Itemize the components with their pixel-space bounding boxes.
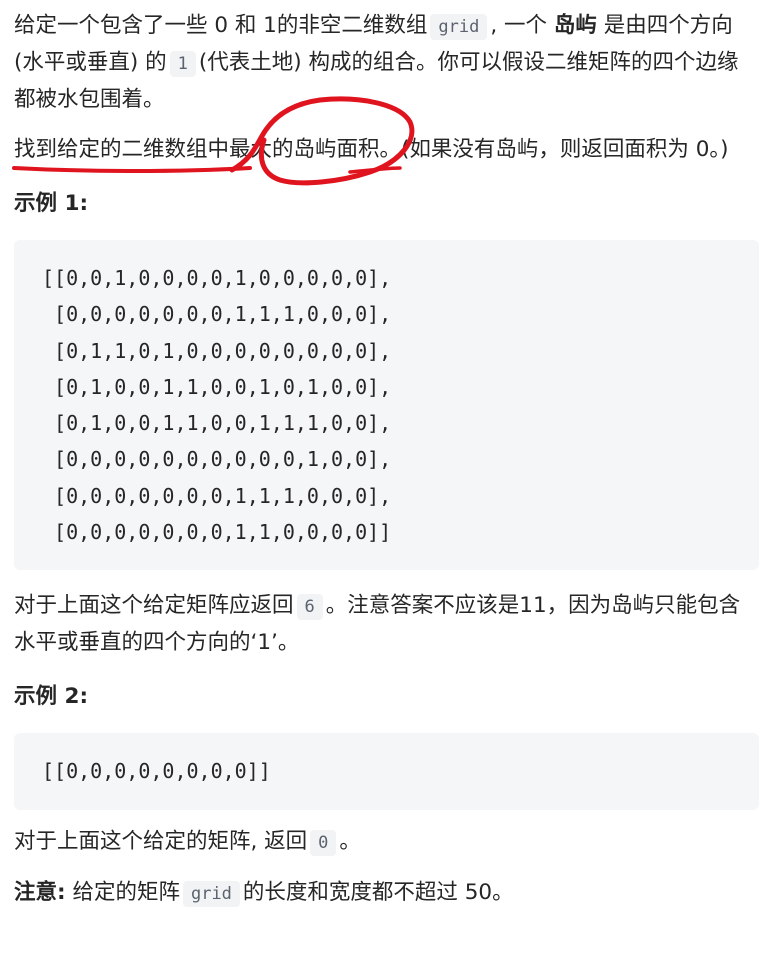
- note-label: 注意:: [14, 879, 66, 905]
- intro-paragraph: 给定一个包含了一些 0 和 1的非空二维数组 grid, 一个 岛屿 是由四个方向…: [14, 8, 759, 118]
- grid-row: [0,0,0,0,0,0,0,1,1,0,0,0,0]]: [42, 520, 392, 545]
- inline-code-grid: grid: [430, 14, 488, 40]
- grid-row: [[0,0,1,0,0,0,0,1,0,0,0,0,0],: [42, 266, 392, 290]
- intro-text-1: 给定一个包含了一些 0 和 1的非空二维数组: [14, 13, 428, 38]
- example-2-explain-text-1: 对于上面这个给定的矩阵, 返回: [14, 828, 308, 854]
- island-term: 岛屿: [553, 13, 597, 38]
- inline-code-grid-note: grid: [182, 880, 240, 907]
- grid-row: [0,0,0,0,0,0,0,1,1,1,0,0,0],: [42, 483, 392, 508]
- example-1-explanation: 对于上面这个给定矩阵应返回 6 。注意答案不应该是11，因为岛屿只能包含水平或垂直的…: [14, 588, 759, 661]
- example-2-explanation: 对于上面这个给定的矩阵, 返回 0。: [14, 824, 759, 861]
- grid-row: [0,0,0,0,0,0,0,0,0,0,1,0,0],: [42, 447, 392, 472]
- example-1-explain-text-1: 对于上面这个给定矩阵应返回: [14, 593, 294, 619]
- example-2-explain-text-2: 。: [339, 828, 361, 854]
- example-2-code-block: [[0,0,0,0,0,0,0,0]]: [14, 733, 759, 810]
- problem-description: 给定一个包含了一些 0 和 1的非空二维数组 grid, 一个 岛屿 是由四个方向…: [0, 0, 773, 966]
- example-2-heading: 示例 2:: [14, 684, 89, 710]
- note-paragraph: 注意: 给定的矩阵 grid 的长度和宽度都不超过 50。: [14, 875, 759, 912]
- inline-code-answer-6: 6: [296, 594, 323, 621]
- grid-row: [0,1,0,0,1,1,0,0,1,0,1,0,0],: [42, 374, 392, 399]
- intro-text-2: , 一个: [490, 13, 547, 38]
- inline-code-one: 1: [169, 51, 196, 77]
- grid-row: [[0,0,0,0,0,0,0,0]]: [42, 759, 271, 784]
- grid-row: [0,1,0,0,1,1,0,0,1,1,1,0,0],: [42, 411, 392, 436]
- task-paragraph: 找到给定的二维数组中最大的岛屿面积。(如果没有岛屿，则返回面积为 0。): [14, 137, 729, 162]
- note-text-1: 给定的矩阵: [72, 879, 180, 905]
- example-1-heading: 示例 1:: [14, 191, 89, 216]
- example-1-code-block: [[0,0,1,0,0,0,0,1,0,0,0,0,0], [0,0,0,0,0…: [14, 240, 759, 571]
- grid-row: [0,0,0,0,0,0,0,1,1,1,0,0,0],: [42, 302, 392, 327]
- inline-code-answer-0: 0: [310, 829, 337, 856]
- grid-row: [0,1,1,0,1,0,0,0,0,0,0,0,0],: [42, 338, 392, 363]
- note-text-2: 的长度和宽度都不超过 50。: [242, 879, 514, 905]
